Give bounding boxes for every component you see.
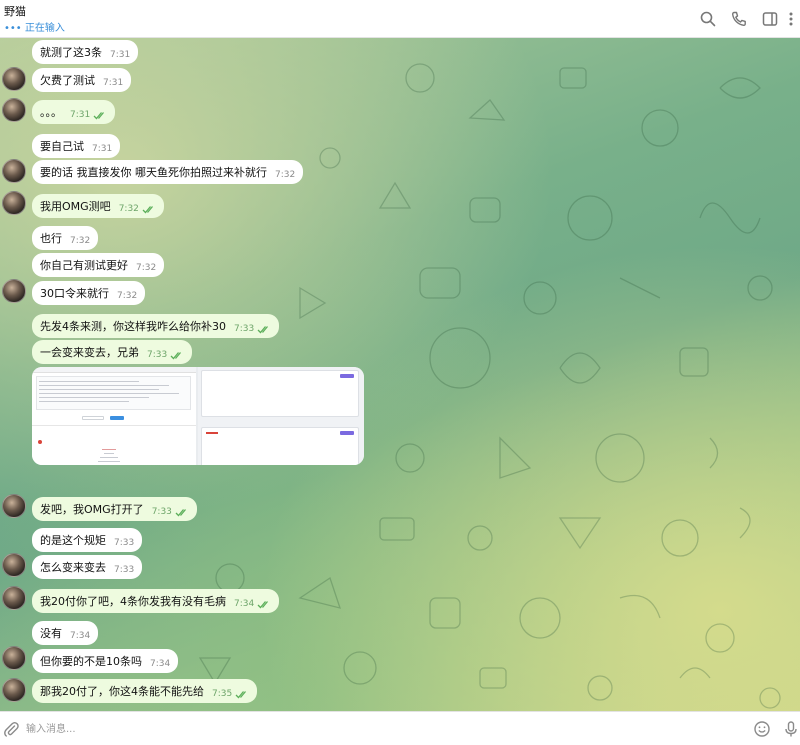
message-bubble[interactable]: 发吧，我OMG打开了 7:33 <box>32 497 197 521</box>
message-time: 7:31 <box>110 50 131 60</box>
message-bubble[interactable]: 怎么变来变去 7:33 <box>32 555 143 579</box>
message-bubble[interactable]: 欠费了测试 7:31 <box>32 68 132 92</box>
message-time: 7:33 <box>151 507 172 517</box>
read-checkmarks-icon <box>142 205 153 213</box>
message-time: 7:33 <box>114 565 135 575</box>
own-avatar[interactable] <box>2 494 26 518</box>
read-checkmarks-icon <box>170 351 182 359</box>
message-composer <box>0 711 800 745</box>
more-vert-icon[interactable] <box>786 10 796 28</box>
message-bubble[interactable]: 的是这个规矩 7:33 <box>32 528 143 552</box>
message-bubble[interactable]: 没有 7:34 <box>32 621 99 645</box>
chat-messages-area[interactable]: 就测了这3条 7:31 欠费了测试 7:31 。。。 7:31 要自己试 7:3… <box>0 38 800 711</box>
message-bubble[interactable]: 30口令来就行 7:32 <box>32 281 146 305</box>
own-avatar[interactable] <box>2 586 26 610</box>
message-input[interactable] <box>26 719 726 739</box>
message-time: 7:34 <box>70 631 91 641</box>
message-bubble[interactable]: 要的话 我直接发你 哪天鱼死你拍照过来补就行 7:32 <box>32 160 304 184</box>
chat-title[interactable]: 野猫 <box>4 3 26 19</box>
message-text: 我20付你了吧，4条你发我有没有毛病 <box>40 595 226 608</box>
message-time: 7:34 <box>234 599 255 609</box>
contact-avatar[interactable] <box>2 646 26 670</box>
message-bubble[interactable]: 先发4条来测，你这样我咋么给你补30 7:33 <box>32 314 280 338</box>
microphone-icon[interactable] <box>782 720 800 738</box>
message-bubble[interactable]: 你自己有测试更好 7:32 <box>32 253 165 277</box>
search-icon[interactable] <box>699 10 717 28</box>
attachment-screenshot-right <box>198 367 364 465</box>
phone-icon[interactable] <box>730 10 748 28</box>
typing-status: ••• 正在输入 <box>4 19 65 34</box>
message-bubble[interactable]: 但你要的不是10条吗 7:34 <box>32 649 179 673</box>
contact-avatar[interactable] <box>2 553 26 577</box>
message-time: 7:31 <box>92 144 113 154</box>
attach-paperclip-icon[interactable] <box>2 720 20 738</box>
message-text: 但你要的不是10条吗 <box>40 655 142 668</box>
attachment-screenshot-left <box>32 367 196 465</box>
message-time: 7:35 <box>212 689 233 699</box>
typing-status-label: 正在输入 <box>24 23 65 34</box>
message-text: 先发4条来测，你这样我咋么给你补30 <box>40 320 226 333</box>
message-bubble[interactable]: 那我20付了，你这4条能不能先给 7:35 <box>32 679 258 703</box>
message-time: 7:31 <box>103 78 124 88</box>
own-avatar[interactable] <box>2 678 26 702</box>
message-time: 7:32 <box>275 170 296 180</box>
read-checkmarks-icon <box>257 325 269 333</box>
message-text: 一会变来变去，兄弟 <box>40 346 139 359</box>
message-text: 发吧，我OMG打开了 <box>40 503 144 516</box>
message-time: 7:32 <box>118 204 139 214</box>
message-text: 。。。 <box>40 106 62 119</box>
message-text: 你自己有测试更好 <box>40 259 128 272</box>
message-time: 7:33 <box>114 538 135 548</box>
read-checkmarks-icon <box>257 600 269 608</box>
message-time: 7:34 <box>150 659 171 669</box>
message-time: 7:31 <box>70 110 91 120</box>
message-time: 7:33 <box>147 350 168 360</box>
message-bubble[interactable]: 也行 7:32 <box>32 226 99 250</box>
contact-avatar[interactable] <box>2 279 26 303</box>
contact-avatar[interactable] <box>2 159 26 183</box>
chat-header: 野猫 ••• 正在输入 <box>0 0 800 38</box>
message-bubble[interactable]: 我用OMG测吧 7:32 <box>32 194 164 218</box>
message-text: 没有 <box>40 627 62 640</box>
read-checkmarks-icon <box>93 111 105 119</box>
message-text: 那我20付了，你这4条能不能先给 <box>40 685 204 698</box>
message-time: 7:32 <box>70 236 91 246</box>
read-checkmarks-icon <box>235 690 247 698</box>
message-text: 怎么变来变去 <box>40 561 106 574</box>
message-text: 要自己试 <box>40 140 84 153</box>
image-attachment[interactable] <box>32 367 364 465</box>
message-text: 就测了这3条 <box>40 46 102 59</box>
typing-dots-icon: ••• <box>4 23 22 34</box>
message-time: 7:33 <box>234 324 255 334</box>
read-checkmarks-icon <box>175 508 186 516</box>
message-text: 欠费了测试 <box>40 74 95 87</box>
sidebar-toggle-icon[interactable] <box>761 10 779 28</box>
own-avatar[interactable] <box>2 191 26 215</box>
own-avatar[interactable] <box>2 98 26 122</box>
message-time: 7:32 <box>117 291 138 301</box>
emoji-icon[interactable] <box>753 720 771 738</box>
message-text: 我用OMG测吧 <box>40 200 111 213</box>
message-text: 30口令来就行 <box>40 287 109 300</box>
message-bubble[interactable]: 一会变来变去，兄弟 7:33 <box>32 340 193 364</box>
message-time: 7:32 <box>136 263 157 273</box>
message-text: 的是这个规矩 <box>40 534 106 547</box>
message-text: 要的话 我直接发你 哪天鱼死你拍照过来补就行 <box>40 166 267 179</box>
contact-avatar[interactable] <box>2 67 26 91</box>
message-bubble[interactable]: 。。。 7:31 <box>32 100 116 124</box>
message-bubble[interactable]: 要自己试 7:31 <box>32 134 121 158</box>
message-bubble[interactable]: 就测了这3条 7:31 <box>32 40 139 64</box>
message-bubble[interactable]: 我20付你了吧，4条你发我有没有毛病 7:34 <box>32 589 280 613</box>
message-text: 也行 <box>40 232 62 245</box>
